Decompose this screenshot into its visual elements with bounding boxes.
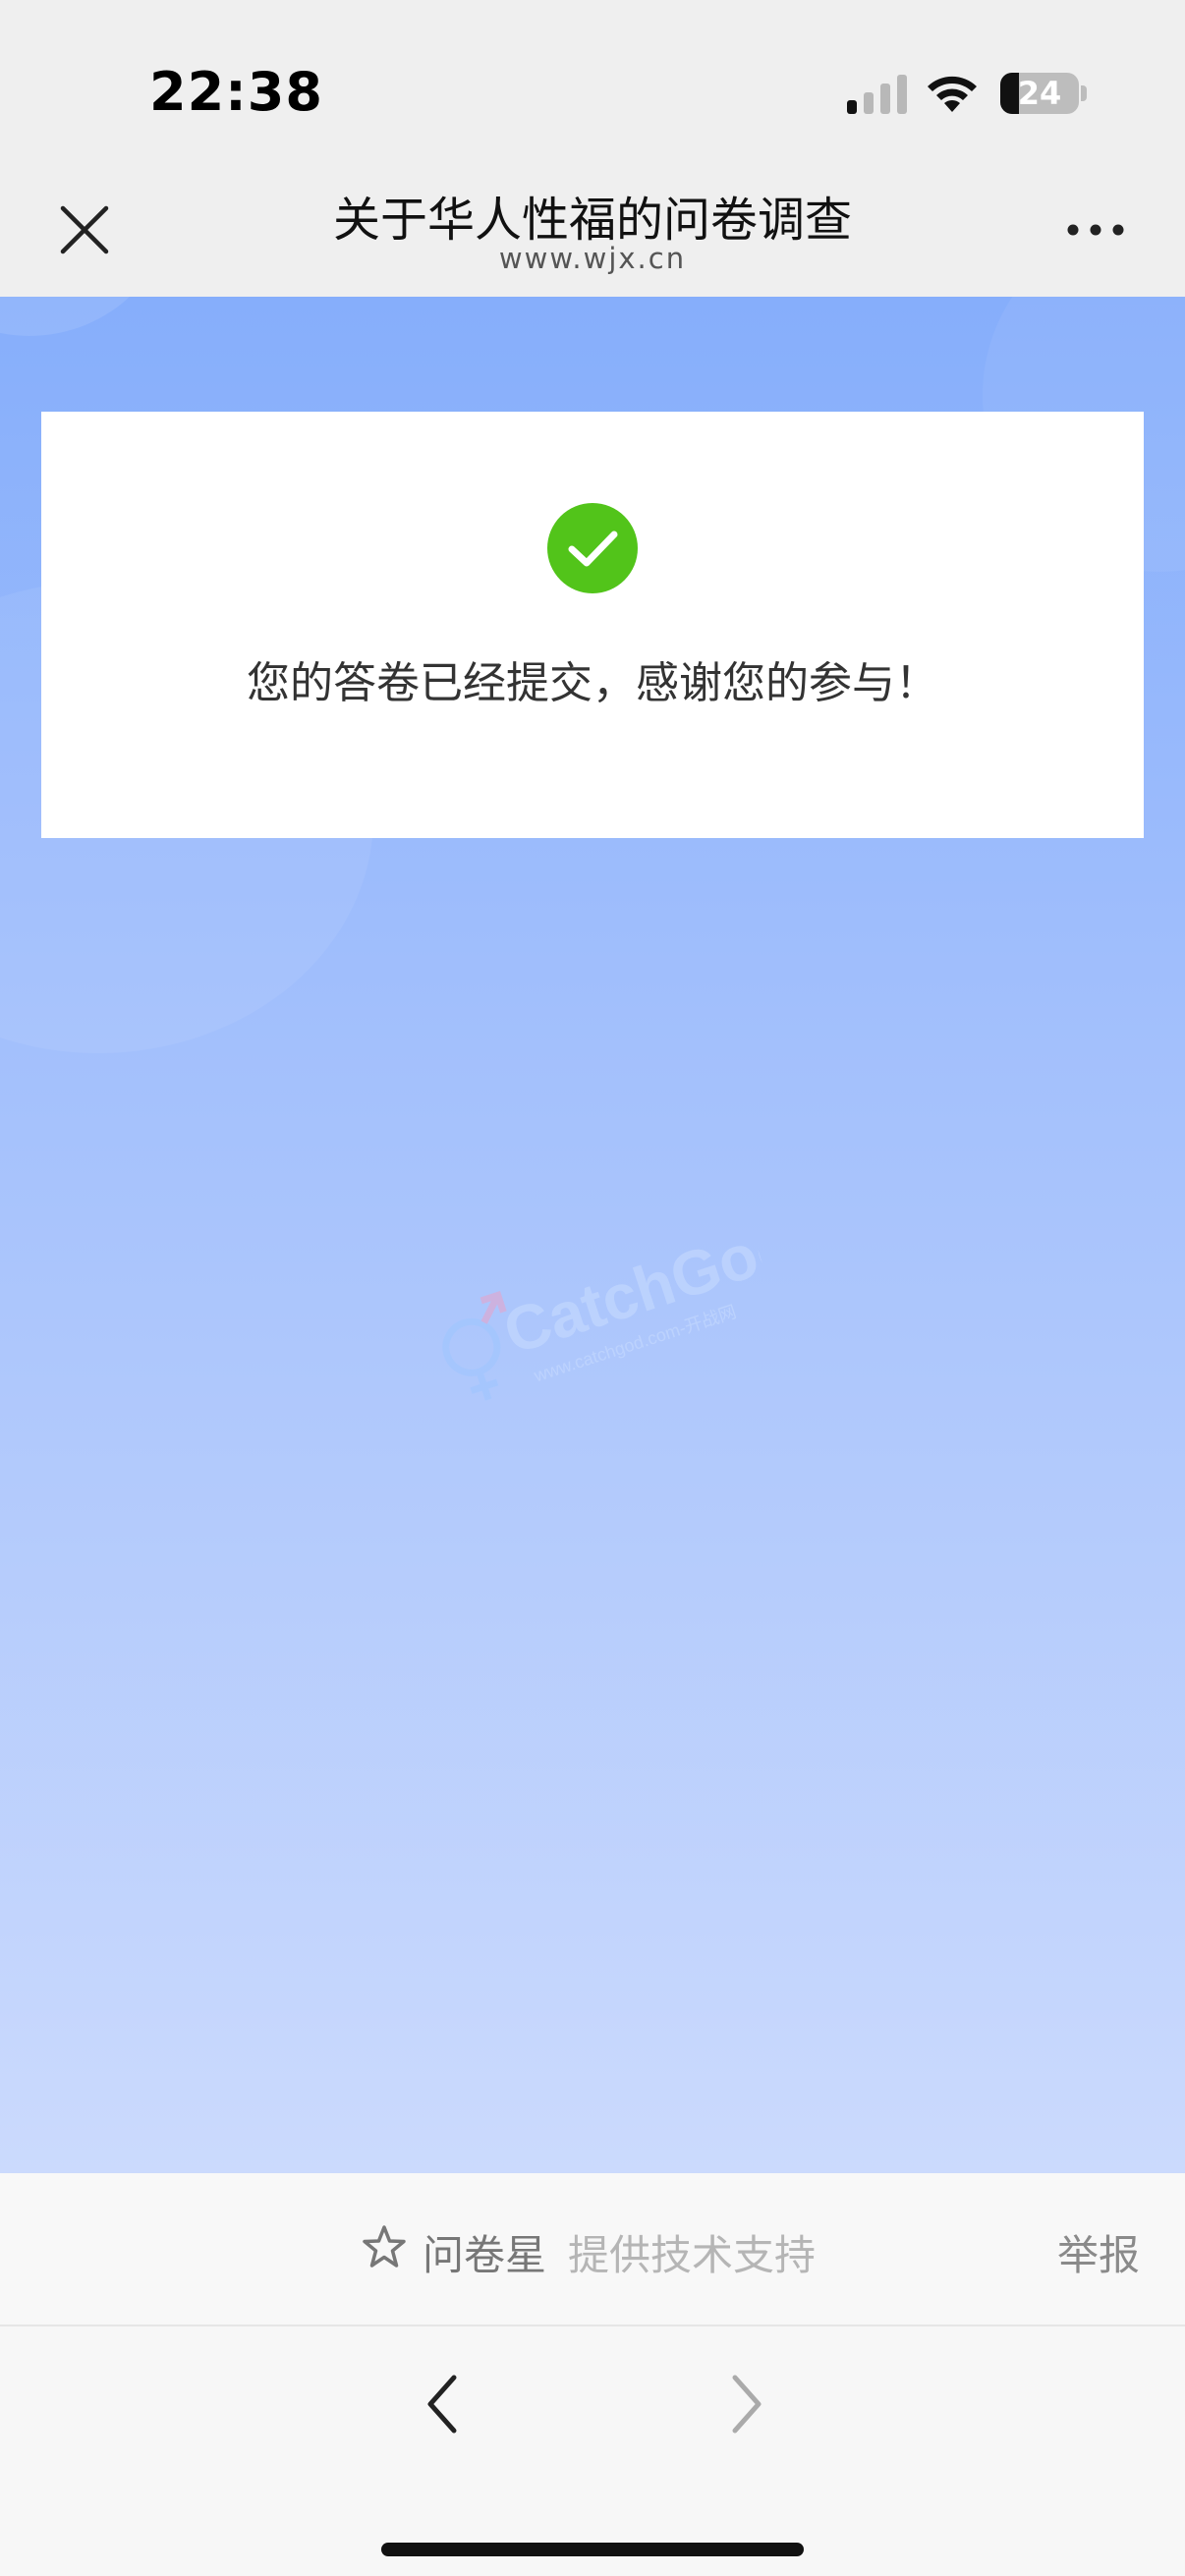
- chevron-left-icon[interactable]: [413, 2370, 472, 2438]
- cellular-signal-icon: [847, 75, 907, 114]
- home-indicator[interactable]: [381, 2543, 804, 2556]
- status-bar: 22:38 24: [0, 0, 1185, 157]
- battery-tip: [1081, 85, 1087, 101]
- nav-bar: 关于华人性福的问卷调查 www.wjx.cn: [0, 157, 1185, 297]
- brand-name[interactable]: 问卷星: [423, 2222, 546, 2282]
- report-link[interactable]: 举报: [1057, 2222, 1140, 2282]
- result-card: 您的答卷已经提交，感谢您的参与！: [41, 412, 1144, 838]
- status-time: 22:38: [149, 61, 323, 123]
- success-message: 您的答卷已经提交，感谢您的参与！: [247, 658, 938, 708]
- page-domain: www.wjx.cn: [498, 242, 687, 275]
- battery-level: 24: [1017, 75, 1062, 112]
- survey-content: 您的答卷已经提交，感谢您的参与！ CatchGod www.catchgod.c…: [0, 297, 1185, 2173]
- browser-toolbar: [0, 2326, 1185, 2576]
- check-circle-icon: [547, 503, 638, 593]
- wifi-icon: [928, 76, 977, 112]
- brand-support-text: 提供技术支持: [568, 2231, 817, 2279]
- footer-bar: 问卷星 提供技术支持 举报: [0, 2173, 1185, 2326]
- more-icon[interactable]: [1061, 212, 1130, 248]
- chevron-right-icon[interactable]: [717, 2370, 776, 2438]
- page-title: 关于华人性福的问卷调查: [332, 193, 852, 248]
- battery-icon: 24: [1000, 73, 1079, 114]
- watermark-logo: CatchGod www.catchgod.com-开战网: [442, 1207, 796, 1401]
- decor-circle: [0, 297, 177, 336]
- star-outline-icon: [363, 2225, 406, 2268]
